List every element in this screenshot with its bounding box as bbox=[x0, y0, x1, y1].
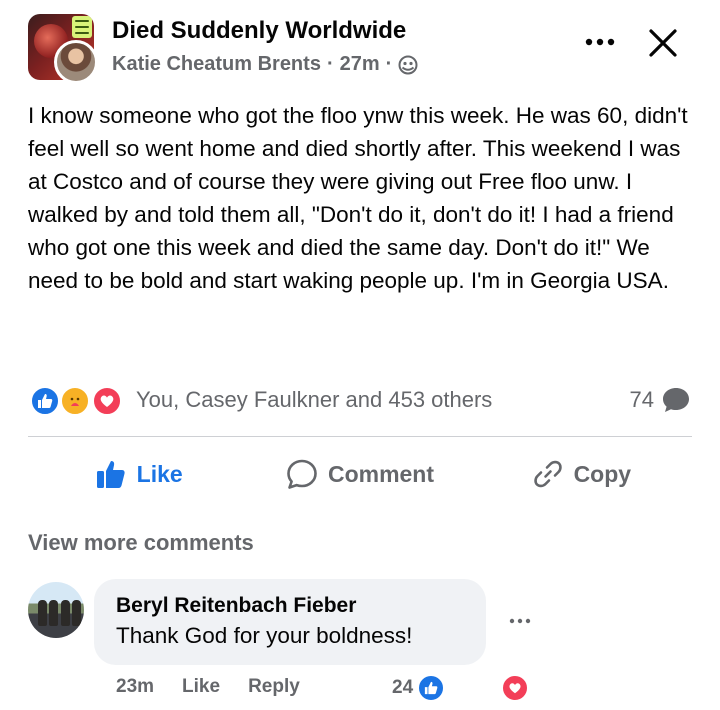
comment-meta: 23m Like Reply bbox=[116, 676, 300, 698]
more-options-icon[interactable] bbox=[584, 34, 616, 50]
comment-reactions[interactable]: 24 bbox=[392, 673, 530, 703]
comment-label: Comment bbox=[327, 460, 435, 487]
commenter-avatar[interactable] bbox=[28, 582, 84, 638]
love-icon bbox=[501, 674, 530, 702]
close-icon[interactable] bbox=[646, 26, 680, 60]
meta-separator: · bbox=[326, 53, 334, 75]
reactions-bar[interactable]: You, Casey Faulkner and 453 others 74 bbox=[28, 384, 692, 420]
like-icon bbox=[30, 386, 60, 416]
reaction-icons[interactable] bbox=[30, 386, 130, 418]
comment-button[interactable]: Comment bbox=[249, 448, 470, 500]
comment-icon bbox=[287, 459, 317, 489]
comment-count[interactable]: 74 bbox=[630, 387, 690, 413]
post-meta: Katie Cheatum Brents · 27m · bbox=[112, 53, 418, 76]
globe-icon bbox=[398, 55, 418, 74]
divider bbox=[28, 436, 692, 437]
comment-time[interactable]: 23m bbox=[116, 676, 154, 698]
post-header: Died Suddenly Worldwide Katie Cheatum Br… bbox=[28, 14, 692, 86]
thumbs-up-icon bbox=[96, 461, 125, 488]
link-icon bbox=[533, 460, 562, 488]
care-icon bbox=[60, 386, 90, 416]
group-avatar-sticker bbox=[72, 16, 92, 38]
reaction-summary[interactable]: You, Casey Faulkner and 453 others bbox=[136, 387, 492, 413]
like-button[interactable]: Like bbox=[28, 448, 249, 500]
post-actions: Like Comment Copy bbox=[28, 448, 692, 500]
copy-label: Copy bbox=[573, 460, 632, 487]
love-icon bbox=[92, 386, 122, 416]
view-more-comments[interactable]: View more comments bbox=[28, 530, 254, 556]
comment-more-options-icon[interactable] bbox=[508, 616, 532, 626]
group-name[interactable]: Died Suddenly Worldwide bbox=[112, 17, 406, 45]
comment-reaction-count: 24 bbox=[392, 677, 414, 698]
comment-reply-link[interactable]: Reply bbox=[248, 676, 300, 698]
copy-button[interactable]: Copy bbox=[471, 448, 692, 500]
like-icon bbox=[417, 674, 446, 702]
author-name[interactable]: Katie Cheatum Brents bbox=[112, 53, 321, 76]
author-avatar[interactable] bbox=[54, 40, 98, 84]
comment-text: Thank God for your boldness! bbox=[116, 623, 413, 648]
comment-bubble-icon bbox=[663, 388, 689, 412]
meta-separator: · bbox=[385, 53, 393, 75]
comment-count-value: 74 bbox=[629, 387, 654, 412]
post-body: I know someone who got the floo ynw this… bbox=[28, 103, 688, 293]
comment-bubble[interactable]: Beryl Reitenbach Fieber Thank God for yo… bbox=[94, 579, 486, 665]
comment-like-link[interactable]: Like bbox=[182, 676, 220, 698]
like-label: Like bbox=[136, 460, 183, 487]
post-time[interactable]: 27m bbox=[340, 53, 380, 76]
comment-author[interactable]: Beryl Reitenbach Fieber bbox=[116, 594, 464, 618]
